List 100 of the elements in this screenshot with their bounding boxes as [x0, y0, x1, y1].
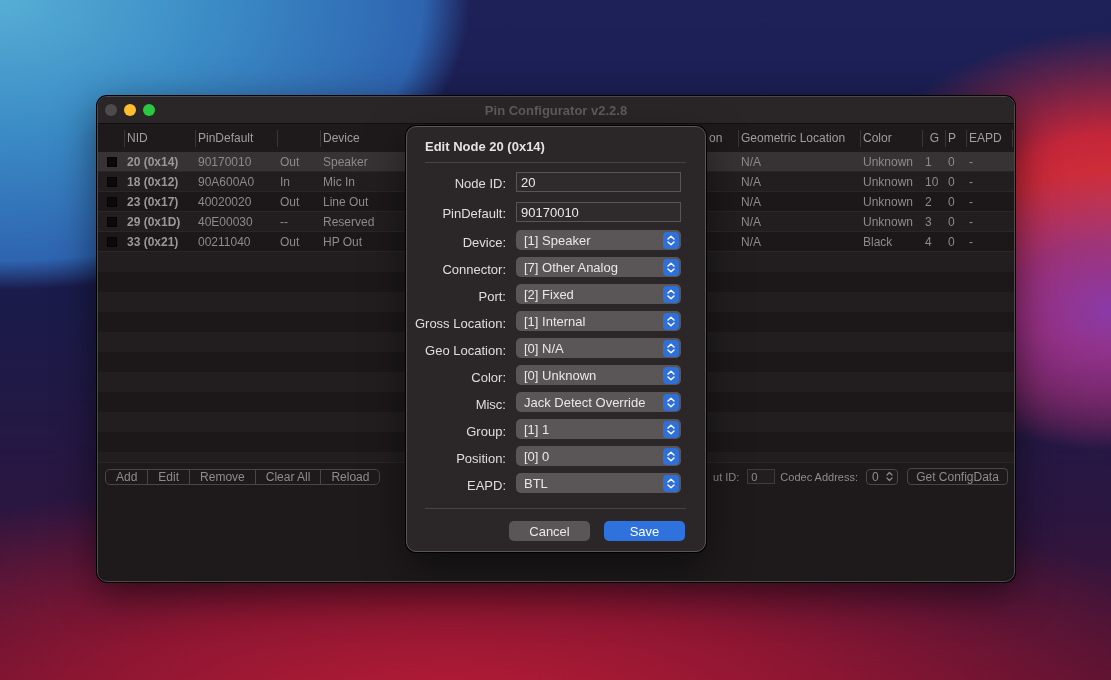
chevron-updown-icon [663, 420, 679, 438]
zoom-button[interactable] [143, 104, 155, 116]
toolbar-button[interactable]: Remove [189, 469, 255, 484]
popup-button[interactable]: [7] Other Analog [516, 257, 681, 277]
popup-button[interactable]: [0] Unknown [516, 365, 681, 385]
chevron-updown-icon [663, 339, 679, 357]
table-cell: 0 [948, 214, 955, 229]
table-cell: - [969, 174, 973, 189]
popup-button[interactable]: Jack Detect Override [516, 392, 681, 412]
column-header: EAPD [969, 131, 1002, 145]
field-label: Gross Location: [413, 314, 506, 331]
field-label: Group: [465, 422, 506, 439]
codec-address-stepper[interactable]: 0 [866, 468, 898, 485]
field-label: Connector: [441, 260, 506, 277]
table-cell: 10 [925, 174, 939, 189]
field-label: Device: [461, 233, 506, 250]
field-label: Node ID: [453, 175, 506, 191]
field-label: PinDefault: [441, 205, 506, 221]
color-swatch-icon [107, 176, 117, 187]
popup-button[interactable]: [1] 1 [516, 419, 681, 439]
table-cell: 29 (0x1D) [127, 214, 181, 229]
table-cell: In [280, 174, 290, 189]
table-cell: Speaker [323, 154, 368, 169]
id-field[interactable]: 0 [747, 469, 776, 484]
table-cell: - [969, 234, 973, 249]
table-cell: 2 [925, 194, 932, 209]
table-cell: 90170010 [198, 154, 252, 169]
table-cell: - [969, 194, 973, 209]
column-header: PinDefault [198, 131, 254, 145]
toolbar-button[interactable]: Add [106, 469, 148, 484]
popup-button[interactable]: [1] Speaker [516, 230, 681, 250]
table-cell: N/A [741, 234, 761, 249]
popup-button[interactable]: [1] Internal [516, 311, 681, 331]
table-cell: Unknown [863, 194, 914, 209]
toolbar-button[interactable]: Edit [147, 469, 190, 484]
table-cell: 40020020 [198, 194, 252, 209]
table-cell: Unknown [863, 214, 914, 229]
table-cell: N/A [741, 214, 761, 229]
table-cell: HP Out [323, 234, 363, 249]
table-cell: 40E00030 [198, 214, 253, 229]
chevron-updown-icon [663, 231, 679, 249]
column-header: P [948, 131, 956, 145]
save-button[interactable]: Save [604, 521, 685, 541]
table-cell: 3 [925, 214, 932, 229]
field-label: Color: [470, 368, 506, 385]
table-cell: Unknown [863, 174, 914, 189]
table-cell: 23 (0x17) [127, 194, 179, 209]
get-config-button[interactable]: Get ConfigData [907, 468, 1008, 485]
table-cell: Out [280, 154, 300, 169]
column-header: Device [323, 131, 360, 145]
column-header: on [709, 131, 723, 145]
cancel-button[interactable]: Cancel [509, 521, 590, 541]
table-cell: Line Out [323, 194, 369, 209]
table-cell: -- [280, 214, 288, 229]
table-cell: 20 (0x14) [127, 154, 179, 169]
column-header: G [929, 131, 939, 145]
field-label: ut ID: [713, 470, 740, 483]
table-cell: 0 [948, 234, 955, 249]
table-cell: - [969, 214, 973, 229]
table-cell: Black [863, 234, 893, 249]
table-cell: 18 (0x12) [127, 174, 179, 189]
popup-button[interactable]: BTL [516, 473, 681, 493]
chevron-updown-icon [663, 366, 679, 384]
column-header: NID [127, 131, 148, 145]
chevron-updown-icon [663, 447, 679, 465]
chevron-updown-icon [663, 312, 679, 330]
table-cell: N/A [741, 194, 761, 209]
table-cell: N/A [741, 174, 761, 189]
table-cell: 00211040 [198, 234, 251, 249]
table-cell: 4 [925, 234, 932, 249]
chevron-updown-icon [663, 393, 679, 411]
color-swatch-icon [107, 216, 117, 227]
chevron-updown-icon [663, 258, 679, 276]
popup-button[interactable]: [0] 0 [516, 446, 681, 466]
table-cell: 33 (0x21) [127, 234, 179, 249]
column-header: Color [863, 131, 892, 145]
popup-button[interactable]: [0] N/A [516, 338, 681, 358]
table-cell: Unknown [863, 154, 914, 169]
toolbar-button[interactable]: Clear All [254, 469, 321, 484]
table-cell: Mic In [323, 174, 355, 189]
toolbar-button[interactable]: Reload [320, 469, 380, 484]
field-label: Geo Location: [424, 341, 506, 358]
chevron-updown-icon [663, 474, 679, 492]
text-field[interactable]: 90170010 [516, 202, 681, 222]
chevron-updown-icon [886, 471, 893, 482]
text-field[interactable]: 20 [516, 172, 681, 192]
field-label: Codec Address: [780, 470, 858, 483]
minimize-button[interactable] [124, 104, 136, 116]
field-label: Port: [477, 287, 506, 304]
popup-button[interactable]: [2] Fixed [516, 284, 681, 304]
color-swatch-icon [107, 156, 117, 167]
field-label: Misc: [474, 395, 506, 412]
table-cell: 0 [948, 194, 955, 209]
table-cell: Out [280, 194, 300, 209]
chevron-updown-icon [663, 285, 679, 303]
table-cell: 1 [925, 154, 932, 169]
table-cell: 90A600A0 [198, 174, 255, 189]
table-cell: 0 [948, 154, 955, 169]
table-cell: Reserved [323, 214, 375, 229]
table-cell: N/A [741, 154, 761, 169]
